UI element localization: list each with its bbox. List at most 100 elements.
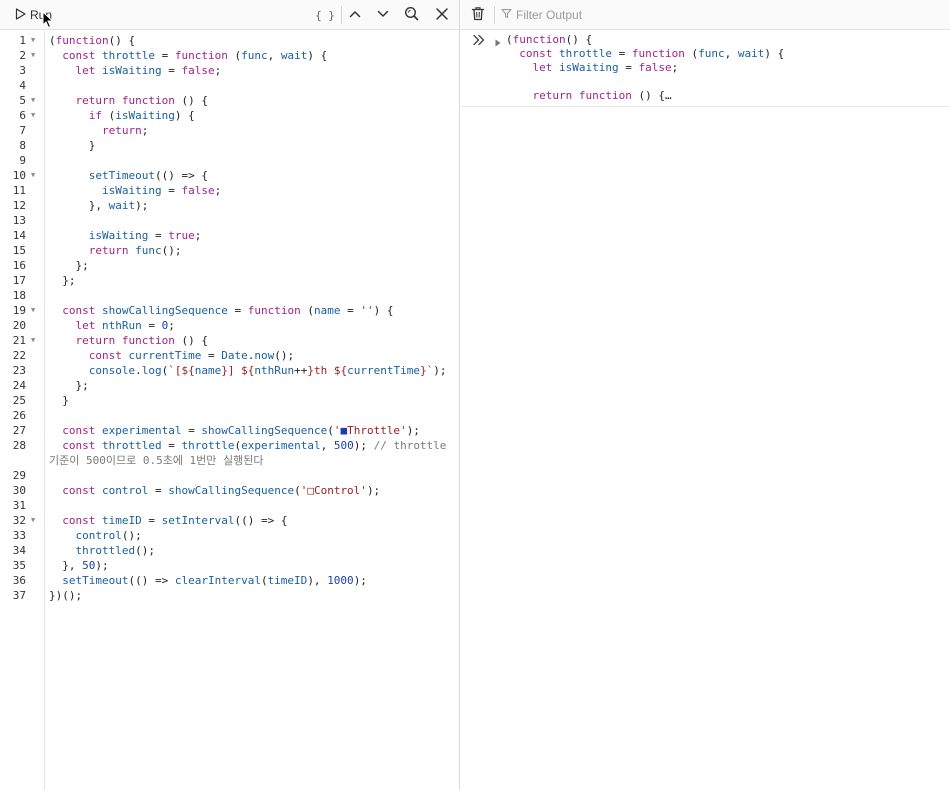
code-line[interactable]: 4	[19, 78, 459, 93]
next-button[interactable]	[373, 5, 393, 25]
code-text: }, 50);	[49, 559, 109, 572]
line-number: 17	[12, 274, 26, 287]
line-number: 18	[12, 289, 26, 302]
code-line[interactable]: 20 let nthRun = 0;	[13, 318, 459, 333]
code-line[interactable]: 16 };	[13, 258, 459, 273]
line-number: 37	[12, 589, 26, 602]
previous-button[interactable]	[345, 5, 365, 25]
format-code-button[interactable]: { }	[313, 5, 337, 25]
code-line[interactable]: 25 }	[13, 393, 459, 408]
code-line[interactable]: 34 throttled();	[13, 543, 459, 558]
code-line[interactable]: 14 isWaiting = true;	[13, 228, 459, 243]
code-line[interactable]: 5 ▼ return function () {	[19, 93, 459, 108]
code-text: console.log(`[${name}] ${nthRun++}th ${c…	[88, 364, 447, 377]
code-text: })();	[49, 589, 83, 602]
fold-toggle-icon[interactable]: ▼	[31, 513, 41, 528]
code-text: const showCallingSequence = function (na…	[62, 304, 394, 317]
code-line[interactable]: 33 control();	[13, 528, 459, 543]
code-line[interactable]: 18	[13, 288, 459, 303]
search-button[interactable]	[401, 5, 421, 25]
code-text: const timeID = setInterval(() => {	[62, 514, 288, 527]
line-number: 6	[19, 109, 26, 122]
line-number: 24	[12, 379, 26, 392]
console-message[interactable]: (function() { const throttle = function …	[506, 33, 784, 103]
code-line[interactable]: 35 }, 50);	[13, 558, 459, 573]
code-line[interactable]: 19 ▼ const showCallingSequence = function…	[13, 303, 459, 318]
line-number: 34	[12, 544, 26, 557]
console-output-line: const throttle = function (func, wait) {	[519, 47, 785, 60]
code-text: let isWaiting = false;	[75, 64, 222, 77]
code-line[interactable]: 22 const currentTime = Date.now();	[13, 348, 459, 363]
line-number: 19	[12, 304, 26, 317]
code-line[interactable]: 29	[13, 468, 459, 483]
code-line[interactable]: 2 ▼ const throttle = function (func, wait…	[19, 48, 459, 63]
code-line[interactable]: 6 ▼ if (isWaiting) {	[19, 108, 459, 123]
fold-toggle-icon[interactable]: ▼	[31, 303, 41, 318]
code-text: let nthRun = 0;	[75, 319, 175, 332]
code-text: const currentTime = Date.now();	[88, 349, 295, 362]
code-line[interactable]: 13	[13, 213, 459, 228]
code-text: setTimeout(() => clearInterval(timeID), …	[62, 574, 367, 587]
code-line[interactable]: 27 const experimental = showCallingSeque…	[13, 423, 459, 438]
code-line[interactable]: 36 setTimeout(() => clearInterval(timeID…	[13, 573, 459, 588]
code-line[interactable]: 15 return func();	[13, 243, 459, 258]
code-text: return function () {	[75, 334, 208, 347]
code-line[interactable]: 9	[19, 153, 459, 168]
code-line[interactable]: 3 let isWaiting = false;	[19, 63, 459, 78]
code-line[interactable]: 12 }, wait);	[13, 198, 459, 213]
code-text: }	[49, 394, 69, 407]
code-line[interactable]: 21 ▼ return function () {	[13, 333, 459, 348]
code-editor-pane: Run { } 1 ▼ (function() {2 ▼ const throttle…	[0, 0, 460, 790]
line-number: 8	[19, 139, 26, 152]
line-number: 28	[12, 439, 26, 452]
line-number: 20	[12, 319, 26, 332]
line-number: 23	[12, 364, 26, 377]
fold-toggle-icon[interactable]: ▼	[31, 33, 41, 48]
code-line[interactable]: 30 const control = showCallingSequence('…	[13, 483, 459, 498]
clear-console-button[interactable]	[468, 5, 488, 25]
disclosure-triangle-icon[interactable]	[494, 36, 502, 47]
code-line[interactable]: 24 };	[13, 378, 459, 393]
code-line[interactable]: 17 };	[13, 273, 459, 288]
line-number: 29	[12, 469, 26, 482]
trash-icon	[471, 6, 485, 24]
code-line[interactable]: 11 isWaiting = false;	[13, 183, 459, 198]
code-line[interactable]: 28 const throttled = throttle(experiment…	[13, 438, 459, 468]
code-area[interactable]: 1 ▼ (function() {2 ▼ const throttle = funct…	[13, 33, 459, 603]
code-line[interactable]: 31	[13, 498, 459, 513]
fold-toggle-icon[interactable]: ▼	[31, 48, 41, 63]
line-number: 3	[19, 64, 26, 77]
code-line[interactable]: 26	[13, 408, 459, 423]
code-line[interactable]: 7 return;	[19, 123, 459, 138]
close-button[interactable]	[432, 5, 452, 25]
fold-toggle-icon[interactable]: ▼	[31, 93, 41, 108]
fold-toggle-icon[interactable]: ▼	[31, 333, 41, 348]
fold-toggle-icon[interactable]: ▼	[31, 168, 41, 183]
code-line[interactable]: 1 ▼ (function() {	[19, 33, 459, 48]
line-number: 13	[12, 214, 26, 227]
chevron-up-icon	[348, 7, 362, 24]
code-line[interactable]: 10 ▼ setTimeout(() => {	[13, 168, 459, 183]
line-number: 11	[12, 184, 26, 197]
magnifier-icon	[404, 6, 419, 24]
code-text: (function() {	[49, 34, 136, 47]
code-text: const throttled = throttle(experimental,…	[49, 439, 454, 467]
toolbar-divider	[494, 6, 495, 24]
toolbar-divider	[341, 6, 342, 24]
code-text: return;	[101, 124, 149, 137]
code-line[interactable]: 37 })();	[13, 588, 459, 603]
run-button[interactable]: Run	[10, 5, 57, 25]
fold-toggle-icon[interactable]: ▼	[31, 108, 41, 123]
filter-field[interactable]	[501, 4, 941, 26]
code-line[interactable]: 8 }	[19, 138, 459, 153]
line-number: 10	[12, 169, 26, 182]
line-number: 14	[12, 229, 26, 242]
code-line[interactable]: 23 console.log(`[${name}] ${nthRun++}th …	[13, 363, 459, 378]
line-number: 1	[19, 34, 26, 47]
line-number: 22	[12, 349, 26, 362]
code-text: };	[49, 379, 89, 392]
code-line[interactable]: 32 ▼ const timeID = setInterval(() => {	[13, 513, 459, 528]
console-entry: (function() { const throttle = function …	[461, 31, 950, 107]
line-number: 4	[19, 79, 26, 92]
filter-output-input[interactable]	[516, 8, 916, 22]
